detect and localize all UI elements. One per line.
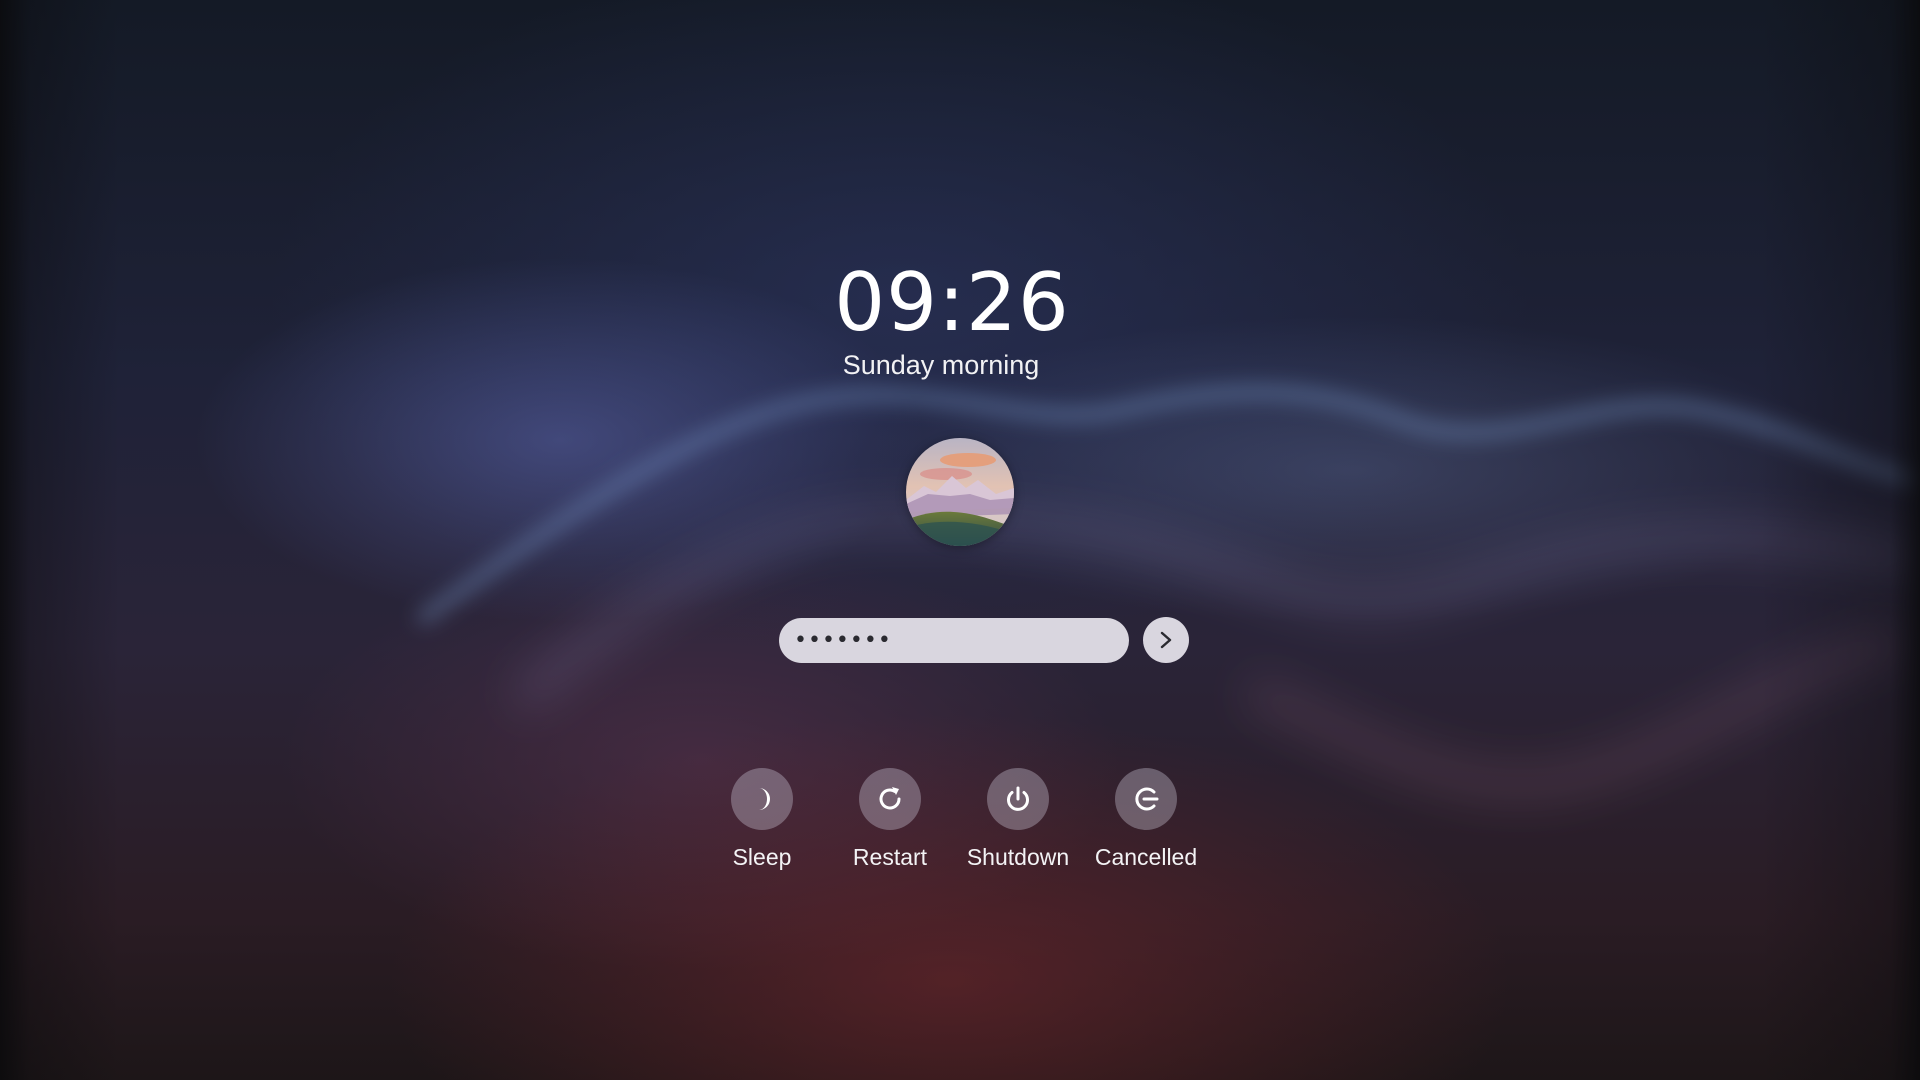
- moon-icon: [759, 788, 770, 810]
- restart-button[interactable]: Restart: [825, 768, 955, 871]
- shutdown-label: Shutdown: [966, 844, 1070, 870]
- power-icon: [1007, 786, 1029, 811]
- logout-button[interactable]: Cancelled: [1081, 768, 1211, 871]
- logout-circle[interactable]: [1115, 768, 1177, 830]
- sleep-button[interactable]: Sleep: [697, 768, 827, 871]
- password-input[interactable]: [794, 628, 1129, 653]
- restart-label: Restart: [852, 844, 928, 870]
- sleep-label: Sleep: [732, 844, 792, 870]
- submit-button[interactable]: [1143, 617, 1189, 663]
- shutdown-circle[interactable]: [987, 768, 1049, 830]
- power-actions: Sleep Restart Shutdown Cancelled: [0, 768, 1920, 888]
- mountain-landscape-avatar: [906, 438, 1014, 546]
- restart-icon: [879, 787, 901, 810]
- user-avatar[interactable]: [906, 438, 1014, 546]
- chevron-right-icon: [1160, 631, 1172, 649]
- sleep-circle[interactable]: [731, 768, 793, 830]
- greeting-text: Sunday morning: [842, 350, 1040, 380]
- clock-time: 09:26: [834, 256, 1070, 349]
- logout-label: Cancelled: [1094, 844, 1198, 870]
- restart-circle[interactable]: [859, 768, 921, 830]
- password-field[interactable]: [779, 618, 1129, 663]
- shutdown-button[interactable]: Shutdown: [953, 768, 1083, 871]
- logout-icon: [1135, 787, 1159, 811]
